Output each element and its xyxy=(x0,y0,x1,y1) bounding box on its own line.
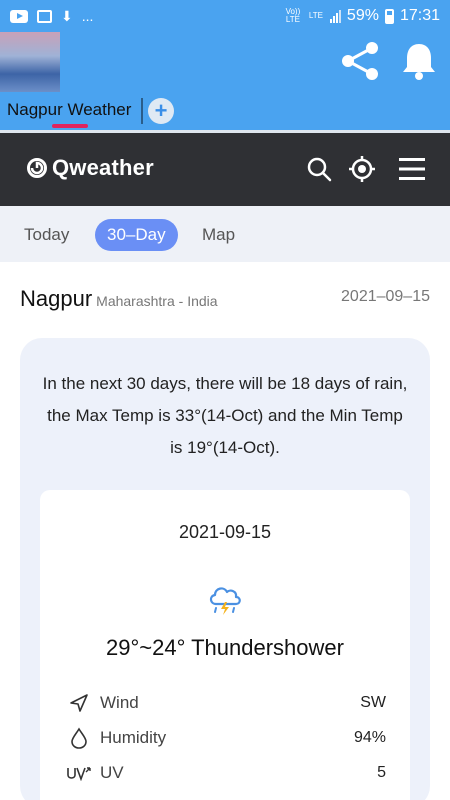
battery-percent: 59% xyxy=(346,7,379,24)
wind-label: Wind xyxy=(100,693,139,712)
uv-icon xyxy=(66,762,92,784)
summary-text: In the next 30 days, there will be 18 da… xyxy=(42,374,408,457)
thunder-cloud-icon xyxy=(209,587,241,615)
city-tab-nagpur[interactable]: Nagpur Weather xyxy=(7,100,131,120)
humidity-label: Humidity xyxy=(100,728,167,747)
menu-icon[interactable] xyxy=(398,155,426,183)
site-nav-bar: Qweather xyxy=(0,133,450,206)
youtube-icon xyxy=(10,9,28,23)
day-detail-card: 2021-09-15 29°~24° Thundershower Wind SW… xyxy=(40,490,410,800)
status-bar: ⬇ ... Vo)) LTE LTE 59% 17:31 xyxy=(0,0,450,32)
location-header: Nagpur Maharashtra - India xyxy=(20,286,218,312)
volte-indicator: Vo)) LTE xyxy=(285,7,301,24)
add-city-button[interactable]: + xyxy=(148,98,174,124)
day-temperature-condition: 29°~24° Thundershower xyxy=(106,635,344,660)
humidity-value: 94% xyxy=(353,729,386,746)
download-icon: ⬇ xyxy=(61,7,73,24)
region-name: Maharashtra - India xyxy=(96,293,218,309)
tab-divider xyxy=(141,98,143,124)
search-icon[interactable] xyxy=(305,155,333,183)
city-name: Nagpur xyxy=(20,286,93,311)
tab-today[interactable]: Today xyxy=(24,219,69,251)
city-thumbnail[interactable] xyxy=(0,32,60,92)
signal-icon xyxy=(329,9,341,23)
tab-map[interactable]: Map xyxy=(202,219,235,251)
more-notifications: ... xyxy=(81,8,94,24)
tab-30-day[interactable]: 30–Day xyxy=(95,219,178,251)
gallery-icon xyxy=(37,9,52,23)
logo-text: Qweather xyxy=(52,155,154,180)
detail-row-wind: Wind SW xyxy=(66,690,386,716)
active-tab-indicator xyxy=(52,124,88,128)
clock: 17:31 xyxy=(399,7,440,24)
system-icons: Vo)) LTE LTE 59% 17:31 xyxy=(284,7,440,25)
qweather-logo-icon xyxy=(27,158,47,178)
notification-icons: ⬇ ... xyxy=(10,8,93,25)
lte-indicator: LTE xyxy=(308,11,323,20)
droplet-icon xyxy=(66,727,92,749)
locate-icon[interactable] xyxy=(348,155,376,183)
detail-row-uv: UV 5 xyxy=(66,760,386,786)
forecast-summary-card: In the next 30 days, there will be 18 da… xyxy=(20,338,430,800)
uv-value: 5 xyxy=(377,764,386,781)
app-header: Nagpur Weather + xyxy=(0,32,450,130)
uv-label: UV xyxy=(100,763,124,782)
city-tabs: Nagpur Weather + xyxy=(0,94,450,130)
detail-row-humidity: Humidity 94% xyxy=(66,725,386,751)
qweather-logo[interactable]: Qweather xyxy=(26,155,154,181)
share-icon[interactable] xyxy=(338,38,384,84)
wind-arrow-icon xyxy=(66,692,92,714)
battery-icon xyxy=(384,8,394,24)
current-date: 2021–09–15 xyxy=(341,288,430,305)
day-date: 2021-09-15 xyxy=(178,522,272,542)
bell-icon[interactable] xyxy=(398,40,440,82)
forecast-tabs: Today 30–Day Map xyxy=(0,206,450,262)
wind-value: SW xyxy=(360,694,386,711)
